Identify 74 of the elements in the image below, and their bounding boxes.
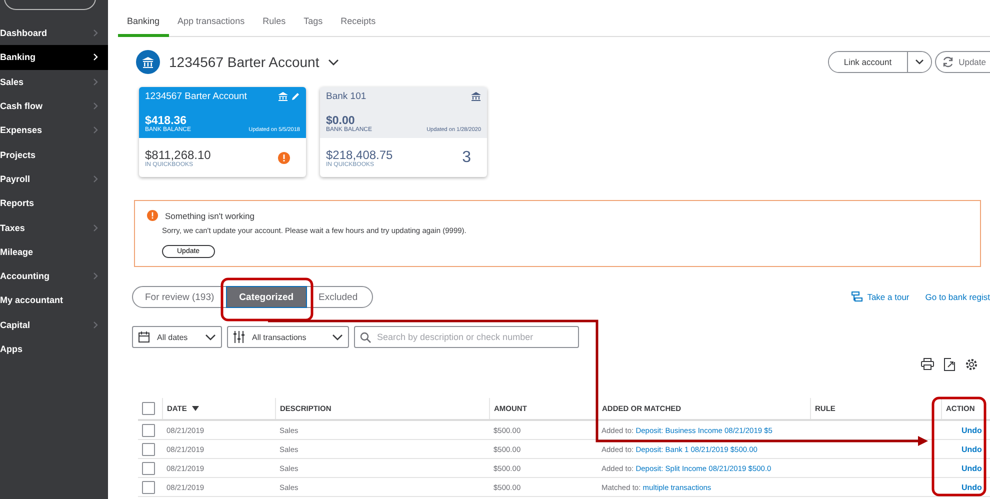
row-checkbox[interactable] bbox=[142, 442, 155, 456]
account-name: 1234567 Barter Account bbox=[145, 91, 247, 102]
date-filter-dropdown[interactable]: All dates bbox=[132, 326, 222, 348]
view-tab[interactable]: For review (193) bbox=[133, 287, 226, 307]
chevron-right-icon bbox=[93, 102, 98, 110]
print-icon[interactable] bbox=[921, 358, 934, 370]
sliders-icon bbox=[233, 331, 245, 343]
sidebar-item[interactable]: Accounting bbox=[0, 264, 108, 288]
alert-icon bbox=[147, 210, 158, 221]
sidebar-item[interactable]: Capital bbox=[0, 312, 108, 337]
search-field[interactable]: Search by description or check number bbox=[354, 326, 579, 348]
chevron-right-icon bbox=[93, 320, 98, 329]
chevron-down-icon[interactable] bbox=[328, 58, 340, 66]
transaction-filter-dropdown[interactable]: All transactions bbox=[227, 326, 349, 348]
undo-link[interactable]: Undo bbox=[962, 464, 982, 472]
search-icon bbox=[360, 332, 371, 343]
pencil-icon[interactable] bbox=[291, 92, 300, 101]
chevron-right-icon bbox=[93, 78, 98, 86]
sidebar-item[interactable]: Taxes bbox=[0, 215, 108, 240]
dropdown-button[interactable] bbox=[906, 52, 931, 72]
tab[interactable]: Tags bbox=[294, 16, 332, 37]
sidebar-item[interactable]: Mileage bbox=[0, 240, 108, 264]
bank-icon bbox=[471, 92, 481, 101]
export-icon[interactable] bbox=[944, 358, 955, 370]
row-checkbox[interactable] bbox=[142, 462, 155, 474]
bank-icon bbox=[278, 92, 288, 101]
chevron-right-icon bbox=[93, 174, 98, 183]
sidebar-item[interactable]: Payroll bbox=[0, 166, 108, 192]
quickbooks-balance: $218,408.75 bbox=[326, 148, 393, 162]
undo-link[interactable]: Undo bbox=[962, 444, 982, 454]
sidebar-item[interactable]: Banking bbox=[0, 45, 108, 70]
chevron-down-icon bbox=[332, 334, 343, 340]
row-checkbox[interactable] bbox=[142, 480, 155, 494]
sidebar-item[interactable]: Dashboard bbox=[0, 21, 108, 46]
sidebar-item[interactable]: Cash flow bbox=[0, 94, 108, 118]
sidebar-item[interactable]: My accountant bbox=[0, 288, 108, 313]
select-all-checkbox[interactable] bbox=[142, 402, 155, 415]
view-tab[interactable]: Excluded bbox=[306, 287, 370, 307]
tour-icon bbox=[851, 291, 864, 303]
bank-balance: $0.00 bbox=[326, 115, 355, 127]
undo-link[interactable]: Undo bbox=[962, 482, 982, 492]
sidebar-item[interactable]: Projects bbox=[0, 142, 108, 167]
sort-down-icon bbox=[192, 406, 199, 411]
sidebar-item[interactable]: Expenses bbox=[0, 118, 108, 142]
calendar-icon bbox=[138, 331, 150, 343]
sidebar-item[interactable]: Reports bbox=[0, 191, 108, 216]
chevron-right-icon bbox=[93, 29, 98, 38]
tab[interactable]: Receipts bbox=[332, 16, 385, 37]
chevron-right-icon bbox=[93, 53, 98, 62]
chevron-down-icon bbox=[205, 334, 216, 340]
chevron-right-icon bbox=[93, 126, 98, 134]
settings-icon[interactable] bbox=[965, 358, 978, 370]
view-tab[interactable]: Categorized bbox=[226, 286, 307, 308]
undo-link[interactable]: Undo bbox=[962, 426, 982, 434]
quickbooks-balance: $811,268.10 bbox=[145, 148, 211, 162]
bank-register-link[interactable]: Go to bank regist bbox=[925, 292, 990, 302]
bank-balance: $418.36 bbox=[145, 115, 187, 127]
update-button[interactable]: Update bbox=[934, 51, 990, 73]
tab[interactable]: Rules bbox=[254, 16, 295, 37]
sidebar-item[interactable]: Sales bbox=[0, 70, 108, 94]
chevron-right-icon bbox=[93, 272, 98, 280]
take-tour-link[interactable]: Take a tour bbox=[867, 292, 910, 302]
chevron-down-icon bbox=[914, 59, 924, 65]
sidebar-item[interactable]: Apps bbox=[0, 336, 108, 362]
tab[interactable]: App transactions bbox=[168, 16, 254, 37]
row-checkbox[interactable] bbox=[142, 424, 155, 436]
refresh-icon bbox=[942, 56, 954, 68]
chevron-right-icon bbox=[93, 224, 98, 232]
tab[interactable]: Banking bbox=[118, 16, 169, 37]
account-title: 1234567 Barter Account bbox=[169, 54, 320, 70]
account-name: Bank 101 bbox=[326, 91, 366, 102]
bank-icon bbox=[136, 50, 160, 74]
error-title: Something isn't working bbox=[165, 210, 254, 220]
transaction-count[interactable]: 3 bbox=[462, 148, 471, 166]
